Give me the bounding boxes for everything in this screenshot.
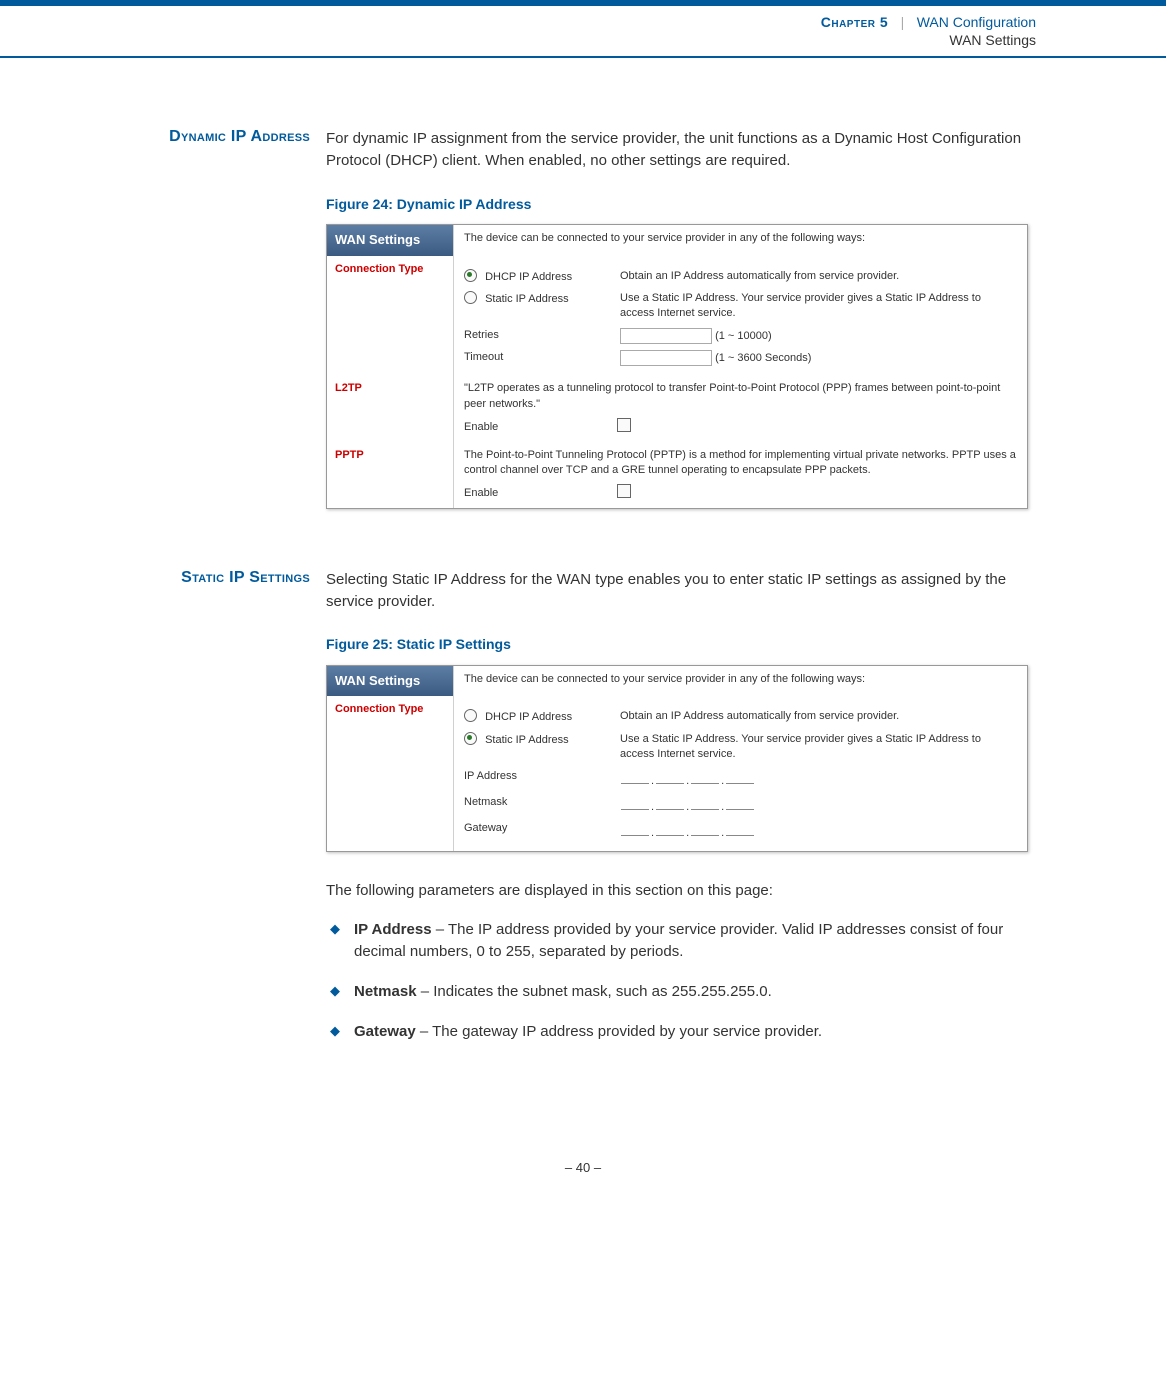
nm-octet-2[interactable] (656, 795, 684, 810)
ss1-intro: The device can be connected to your serv… (454, 225, 1027, 256)
dhcp-radio-label: DHCP IP Address (485, 271, 572, 283)
param-gw-name: Gateway (354, 1023, 416, 1040)
ip-octet-3[interactable] (691, 769, 719, 784)
pptp-desc: The Point-to-Point Tunneling Protocol (P… (464, 448, 1017, 479)
retries-label: Retries (464, 325, 620, 347)
retries-hint: (1 ~ 10000) (715, 330, 772, 342)
ss2-dhcp-radio[interactable] (464, 709, 477, 722)
content-static-ip: Selecting Static IP Address for the WAN … (326, 569, 1036, 1061)
ss2-gateway-label: Gateway (464, 818, 620, 844)
ss2-gateway-input-group: ... (620, 818, 1017, 844)
gw-octet-2[interactable] (656, 821, 684, 836)
dhcp-radio[interactable] (464, 269, 477, 282)
ss2-netmask-label: Netmask (464, 792, 620, 818)
gw-octet-4[interactable] (726, 821, 754, 836)
pptp-enable-label: Enable (464, 486, 614, 501)
content-dynamic-ip: For dynamic IP assignment from the servi… (326, 128, 1036, 509)
ss2-dhcp-radio-label: DHCP IP Address (485, 711, 572, 723)
side-heading-dynamic-ip: Dynamic IP Address (110, 128, 326, 509)
ip-octet-1[interactable] (621, 769, 649, 784)
screenshot-figure-24: WAN Settings The device can be connected… (326, 224, 1028, 509)
figure-caption-25: Figure 25: Static IP Settings (326, 634, 1036, 654)
l2tp-enable-label: Enable (464, 420, 614, 435)
nm-octet-3[interactable] (691, 795, 719, 810)
section-static-ip: Static IP Settings Selecting Static IP A… (110, 569, 1036, 1061)
ss2-dhcp-desc: Obtain an IP Address automatically from … (620, 706, 1017, 728)
ss1-pptp-label: PPTP (327, 442, 454, 508)
param-gateway: Gateway – The gateway IP address provide… (326, 1021, 1036, 1043)
parameter-list: IP Address – The IP address provided by … (326, 919, 1036, 1042)
timeout-hint: (1 ~ 3600 Seconds) (715, 352, 811, 364)
ss2-title-cell: WAN Settings (327, 666, 454, 697)
l2tp-enable-checkbox[interactable] (617, 418, 631, 432)
figure-caption-24: Figure 24: Dynamic IP Address (326, 194, 1036, 214)
timeout-input[interactable] (620, 350, 712, 366)
gw-octet-3[interactable] (691, 821, 719, 836)
ss2-static-radio[interactable] (464, 732, 477, 745)
heading-static-ip: Static IP Settings (181, 569, 310, 586)
side-heading-static-ip: Static IP Settings (110, 569, 326, 1061)
section-dynamic-ip: Dynamic IP Address For dynamic IP assign… (110, 128, 1036, 509)
l2tp-desc: "L2TP operates as a tunneling protocol t… (464, 381, 1017, 412)
header-title-line2: WAN Settings (949, 32, 1036, 48)
page-header: Chapter 5 | WAN Configuration WAN Settin… (0, 6, 1166, 58)
ss1-title-cell: WAN Settings (327, 225, 454, 256)
body-static-ip: Selecting Static IP Address for the WAN … (326, 569, 1036, 613)
ss2-ip-input-group: ... (620, 766, 1017, 792)
params-intro: The following parameters are displayed i… (326, 880, 1036, 902)
ss2-static-radio-label: Static IP Address (485, 734, 569, 746)
header-title-line1: WAN Configuration (917, 14, 1036, 30)
pptp-enable-checkbox[interactable] (617, 484, 631, 498)
page-number: – 40 – (565, 1160, 601, 1175)
ss1-connection-type-label: Connection Type (327, 256, 454, 376)
ss2-intro: The device can be connected to your serv… (454, 666, 1027, 697)
ip-octet-2[interactable] (656, 769, 684, 784)
main-content: Dynamic IP Address For dynamic IP assign… (0, 58, 1166, 1060)
screenshot-figure-25: WAN Settings The device can be connected… (326, 665, 1028, 852)
body-dynamic-ip: For dynamic IP assignment from the servi… (326, 128, 1036, 172)
static-radio-label: Static IP Address (485, 293, 569, 305)
param-gw-desc: – The gateway IP address provided by you… (416, 1023, 822, 1040)
ss2-connection-type-label: Connection Type (327, 696, 454, 850)
param-nm-name: Netmask (354, 983, 417, 1000)
ss2-static-desc: Use a Static IP Address. Your service pr… (620, 729, 1017, 766)
static-radio[interactable] (464, 291, 477, 304)
param-nm-desc: – Indicates the subnet mask, such as 255… (417, 983, 772, 1000)
param-ip-name: IP Address (354, 921, 432, 938)
ss2-ip-label: IP Address (464, 766, 620, 792)
nm-octet-4[interactable] (726, 795, 754, 810)
ss2-netmask-input-group: ... (620, 792, 1017, 818)
static-desc: Use a Static IP Address. Your service pr… (620, 288, 1017, 325)
nm-octet-1[interactable] (621, 795, 649, 810)
dhcp-desc: Obtain an IP Address automatically from … (620, 266, 1017, 288)
chapter-label: Chapter 5 (821, 14, 888, 30)
param-ip-desc: – The IP address provided by your servic… (354, 921, 1003, 960)
page-footer: – 40 – (0, 1120, 1166, 1205)
ss1-l2tp-label: L2TP (327, 375, 454, 441)
param-ip-address: IP Address – The IP address provided by … (326, 919, 1036, 963)
retries-input[interactable] (620, 328, 712, 344)
heading-dynamic-ip: Dynamic IP Address (169, 128, 310, 145)
timeout-label: Timeout (464, 347, 620, 369)
gw-octet-1[interactable] (621, 821, 649, 836)
param-netmask: Netmask – Indicates the subnet mask, suc… (326, 981, 1036, 1003)
header-separator: | (901, 14, 905, 30)
ip-octet-4[interactable] (726, 769, 754, 784)
